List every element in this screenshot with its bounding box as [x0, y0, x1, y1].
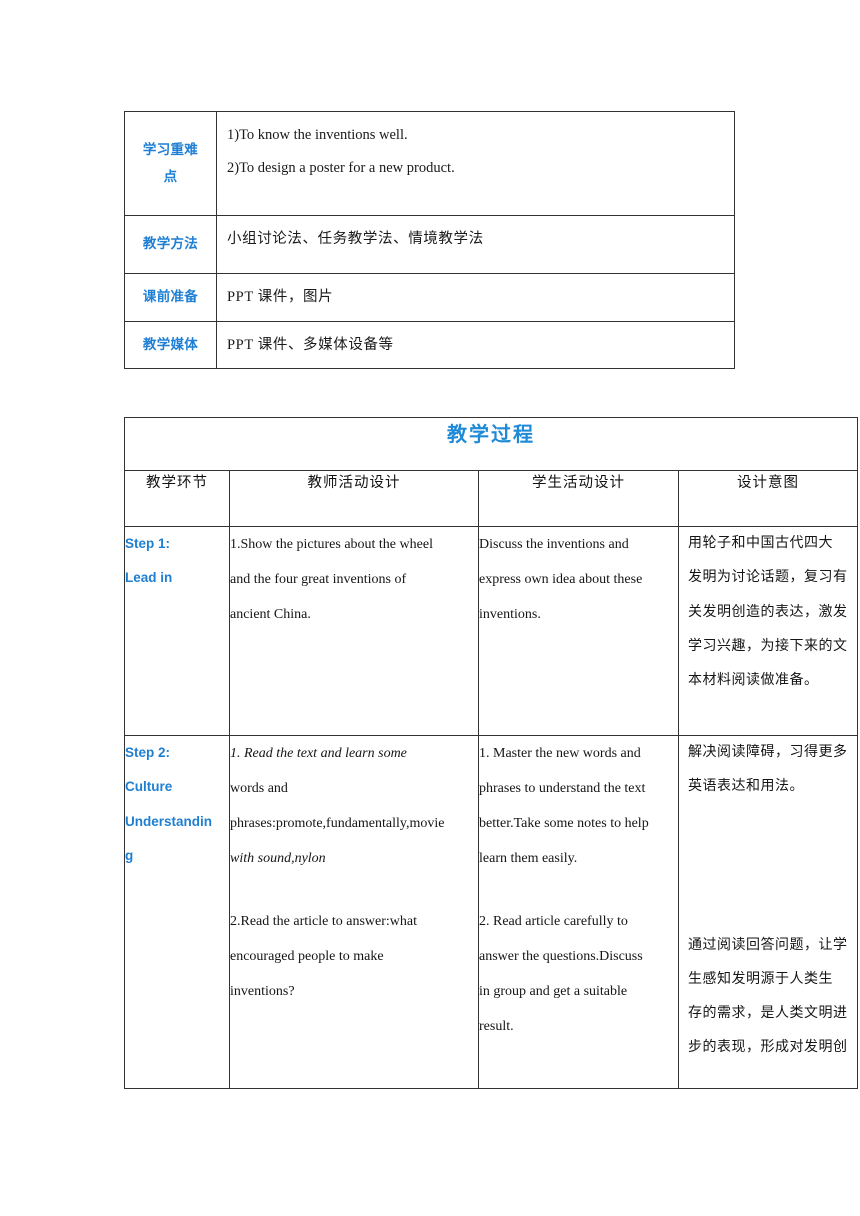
text-line: Discuss the inventions and: [479, 537, 629, 552]
table-row: 学习重难 点 1)To know the inventions well. 2)…: [124, 111, 735, 216]
teaching-process-table: 教学过程 教学环节 教师活动设计 学生活动设计 设计意图 Step 1: Lea…: [124, 417, 858, 1089]
row-label-line-1: 学习重难: [142, 142, 199, 158]
text-line: 2. Read article carefully to: [479, 914, 628, 929]
text-line: result.: [479, 1019, 514, 1034]
text-line: express own idea about these: [479, 572, 643, 587]
column-header-student: 学生活动设计: [478, 470, 679, 527]
value-line: 2)To design a poster for a new product.: [227, 159, 455, 176]
value-line: 小组讨论法、任务教学法、情境教学法: [227, 231, 484, 247]
row-label-line-2: 点: [163, 168, 178, 184]
step-label-2: Step 2: Culture Understandin g: [124, 735, 230, 1089]
text-line: 1. Read the text and learn some: [230, 746, 407, 761]
row-value-preparation: PPT 课件，图片: [216, 273, 735, 322]
step-label-line: Step 1:: [125, 536, 171, 551]
process-header-row: 教学环节 教师活动设计 学生活动设计 设计意图: [124, 470, 858, 527]
student-activity-2: 1. Master the new words and phrases to u…: [478, 735, 679, 1089]
value-line: 1)To know the inventions well.: [227, 127, 408, 143]
document-page: 学习重难 点 1)To know the inventions well. 2)…: [0, 0, 860, 1216]
step-label-line: g: [125, 848, 134, 864]
teacher-activity-1: 1.Show the pictures about the wheel and …: [229, 526, 479, 736]
text-line: 存的需求，是人类文明进: [688, 1006, 848, 1022]
teacher-activity-2: 1. Read the text and learn some words an…: [229, 735, 479, 1089]
design-aim-1: 用轮子和中国古代四大 发明为讨论话题，复习有 关发明创造的表达，激发 学习兴趣，…: [678, 526, 858, 736]
column-header-teacher: 教师活动设计: [229, 470, 479, 527]
text-line: 1. Master the new words and: [479, 746, 641, 761]
row-value-media: PPT 课件、多媒体设备等: [216, 320, 735, 370]
text-line: 本材料阅读做准备。: [688, 673, 819, 689]
student-activity-1: Discuss the inventions and express own i…: [478, 526, 679, 736]
step-label-line: Culture: [125, 779, 173, 795]
column-header-aim: 设计意图: [678, 470, 858, 527]
text-line: phrases to understand the text: [479, 781, 646, 796]
text-line: 解决阅读障碍，习得更多: [688, 745, 848, 760]
text-line: 英语表达和用法。: [688, 779, 804, 795]
process-title: 教学过程: [124, 417, 858, 471]
text-line: 用轮子和中国古代四大: [688, 536, 833, 551]
text-line: 生感知发明源于人类生: [688, 971, 833, 987]
table-row: Step 2: Culture Understandin g 1. Read t…: [124, 735, 858, 1089]
table-row: 教学媒体 PPT 课件、多媒体设备等: [124, 320, 735, 370]
row-label-preparation: 课前准备: [124, 273, 217, 322]
row-label-teaching-methods: 教学方法: [124, 215, 217, 274]
table-row: Step 1: Lead in 1.Show the pictures abou…: [124, 526, 858, 736]
text-line: 1.Show the pictures about the wheel: [230, 537, 433, 552]
text-line: 学习兴趣，为接下来的文: [688, 638, 848, 654]
text-line: 通过阅读回答问题，让学: [688, 937, 848, 953]
column-header-step: 教学环节: [124, 470, 230, 527]
step-label-line: Lead in: [125, 570, 173, 586]
text-line: 发明为讨论话题，复习有: [688, 570, 848, 586]
text-line-inner: phrases:promote,fundamentally,movie: [230, 816, 445, 831]
text-line: with sound,nylon: [230, 851, 326, 866]
step-label-line: Understandin: [125, 813, 213, 829]
text-line: ancient China.: [230, 607, 311, 622]
table-row: 课前准备 PPT 课件，图片: [124, 273, 735, 322]
text-line: answer the questions.Discuss: [479, 949, 643, 964]
text-line: 步的表现，形成对发明创: [688, 1040, 848, 1056]
step-label-1: Step 1: Lead in: [124, 526, 230, 736]
row-value-teaching-methods: 小组讨论法、任务教学法、情境教学法: [216, 215, 735, 274]
text-line: inventions.: [479, 607, 541, 622]
text-line: in group and get a suitable: [479, 984, 628, 999]
text-line: encouraged people to make: [230, 949, 384, 964]
lesson-basics-table: 学习重难 点 1)To know the inventions well. 2)…: [124, 111, 735, 370]
table-row: 教学方法 小组讨论法、任务教学法、情境教学法: [124, 215, 735, 274]
text-line: inventions?: [230, 984, 295, 999]
row-label-key-points: 学习重难 点: [124, 111, 217, 216]
process-title-row: 教学过程: [124, 417, 858, 471]
row-label-media: 教学媒体: [124, 320, 217, 370]
design-aim-2: 解决阅读障碍，习得更多 英语表达和用法。 通过阅读回答问题，让学 生感知发明源于…: [678, 735, 858, 1089]
text-line: 2.Read the article to answer:what: [230, 914, 417, 929]
text-line: better.Take some notes to help: [479, 816, 649, 831]
text-line: and the four great inventions of: [230, 572, 407, 587]
value-line: PPT 课件、多媒体设备等: [227, 336, 394, 353]
step-label-line: Step 2:: [125, 745, 171, 760]
text-line: words and: [230, 781, 288, 796]
text-line: 关发明创造的表达，激发: [688, 604, 848, 620]
value-line: PPT 课件，图片: [227, 289, 334, 305]
row-value-key-points: 1)To know the inventions well. 2)To desi…: [216, 111, 735, 216]
text-line: phrases:promote,fundamentally,movie: [230, 806, 478, 841]
text-line: learn them easily.: [479, 851, 578, 866]
